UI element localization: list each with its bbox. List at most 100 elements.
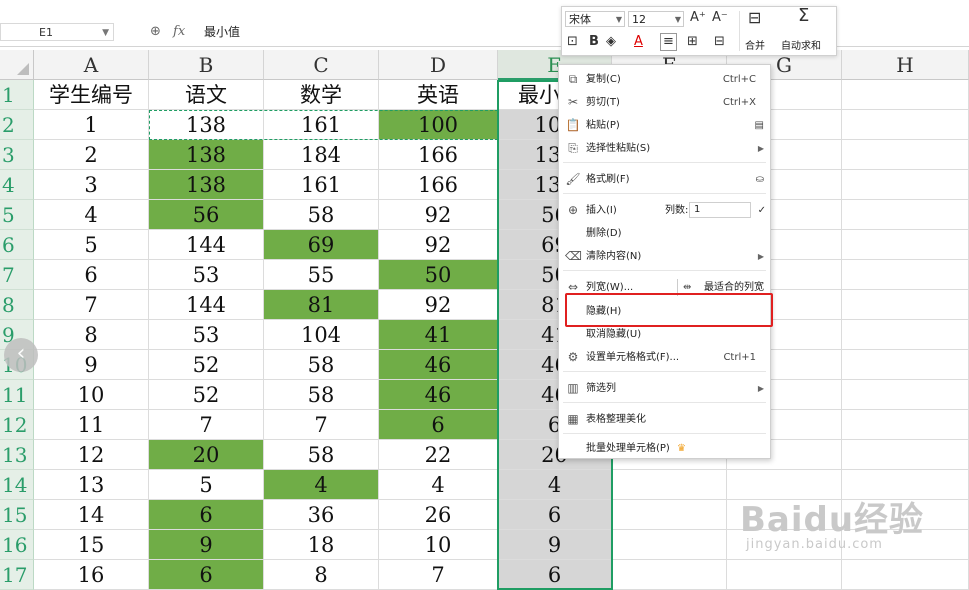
cell-a3[interactable]: 2 <box>34 140 149 170</box>
menu-item-beautify[interactable]: ▦ 表格整理美化 <box>559 408 770 431</box>
cell-d10[interactable]: 46 <box>379 350 498 380</box>
merge-button[interactable]: 合并 <box>745 37 765 52</box>
cell-e16[interactable]: 9 <box>498 530 612 560</box>
border-icon[interactable]: ⊞ <box>687 34 698 50</box>
cell-h1[interactable] <box>842 80 969 110</box>
align-center-icon[interactable]: ≡ <box>660 33 677 51</box>
cell-d3[interactable]: 166 <box>379 140 498 170</box>
cell-a14[interactable]: 13 <box>34 470 149 500</box>
row-header-14[interactable]: 14 <box>0 470 34 500</box>
row-header-1[interactable]: 1 <box>0 80 34 110</box>
cell-a10[interactable]: 9 <box>34 350 149 380</box>
row-header-3[interactable]: 3 <box>0 140 34 170</box>
cell-h17[interactable] <box>842 560 969 590</box>
cell-f15[interactable] <box>612 500 727 530</box>
zoom-icon[interactable]: ⊕ <box>150 24 161 39</box>
cell-a2[interactable]: 1 <box>34 110 149 140</box>
cell-b8[interactable]: 144 <box>149 290 264 320</box>
cell-a15[interactable]: 14 <box>34 500 149 530</box>
format-icon[interactable]: ⊟ <box>714 34 725 50</box>
font-grow-icon[interactable]: A⁺ <box>690 10 706 26</box>
font-size-select[interactable]: 12 ▼ <box>628 11 684 27</box>
cell-c17[interactable]: 8 <box>264 560 379 590</box>
menu-item-delete[interactable]: 删除(D) <box>559 222 770 245</box>
cell-b2[interactable]: 138 <box>149 110 264 140</box>
column-header-b[interactable]: B <box>149 50 264 80</box>
cell-e17[interactable]: 6 <box>498 560 612 590</box>
paste-values-icon[interactable]: ▤ <box>755 114 764 137</box>
cell-d17[interactable]: 7 <box>379 560 498 590</box>
cell-b7[interactable]: 53 <box>149 260 264 290</box>
cell-f16[interactable] <box>612 530 727 560</box>
cell-b1[interactable]: 语文 <box>149 80 264 110</box>
cell-a9[interactable]: 8 <box>34 320 149 350</box>
cell-d6[interactable]: 92 <box>379 230 498 260</box>
merge-icon[interactable]: ⊟ <box>748 10 761 26</box>
sigma-icon[interactable]: Σ <box>798 7 809 25</box>
menu-item-paste[interactable]: 📋 粘贴(P) ▤ <box>559 114 770 137</box>
cell-c16[interactable]: 18 <box>264 530 379 560</box>
cell-b17[interactable]: 6 <box>149 560 264 590</box>
menu-item-cut[interactable]: ✂ 剪切(T) Ctrl+X <box>559 91 770 114</box>
confirm-check-icon[interactable]: ✓ <box>758 199 766 222</box>
cell-b6[interactable]: 144 <box>149 230 264 260</box>
font-name-select[interactable]: 宋体 ▼ <box>565 11 625 27</box>
cell-g17[interactable] <box>727 560 842 590</box>
cell-f14[interactable] <box>612 470 727 500</box>
cell-a8[interactable]: 7 <box>34 290 149 320</box>
cell-h13[interactable] <box>842 440 969 470</box>
cell-a1[interactable]: 学生编号 <box>34 80 149 110</box>
cell-c9[interactable]: 104 <box>264 320 379 350</box>
cell-c2[interactable]: 161 <box>264 110 379 140</box>
cell-c6[interactable]: 69 <box>264 230 379 260</box>
menu-item-format-cells[interactable]: ⚙ 设置单元格格式(F)... Ctrl+1 <box>559 346 770 369</box>
row-header-5[interactable]: 5 <box>0 200 34 230</box>
name-box[interactable]: E1 ▼ <box>0 23 114 41</box>
cell-d9[interactable]: 41 <box>379 320 498 350</box>
menu-item-batch[interactable]: 批量处理单元格(P) ♛ <box>559 437 770 460</box>
cell-d5[interactable]: 92 <box>379 200 498 230</box>
cell-c10[interactable]: 58 <box>264 350 379 380</box>
cell-c11[interactable]: 58 <box>264 380 379 410</box>
cell-a16[interactable]: 15 <box>34 530 149 560</box>
cell-h11[interactable] <box>842 380 969 410</box>
cell-c13[interactable]: 58 <box>264 440 379 470</box>
row-header-6[interactable]: 6 <box>0 230 34 260</box>
row-header-17[interactable]: 17 <box>0 560 34 590</box>
cell-b3[interactable]: 138 <box>149 140 264 170</box>
cell-f17[interactable] <box>612 560 727 590</box>
menu-item-paste-special[interactable]: ⎘ 选择性粘贴(S) ▶ <box>559 137 770 160</box>
cell-d7[interactable]: 50 <box>379 260 498 290</box>
row-header-4[interactable]: 4 <box>0 170 34 200</box>
cell-d2[interactable]: 100 <box>379 110 498 140</box>
column-count-input[interactable]: 1 <box>689 202 751 218</box>
menu-item-format-painter[interactable]: 🖌 格式刷(F) ⛀ <box>559 168 770 191</box>
cell-d15[interactable]: 26 <box>379 500 498 530</box>
cell-h2[interactable] <box>842 110 969 140</box>
cell-b15[interactable]: 6 <box>149 500 264 530</box>
row-header-15[interactable]: 15 <box>0 500 34 530</box>
cell-a7[interactable]: 6 <box>34 260 149 290</box>
cell-e15[interactable]: 6 <box>498 500 612 530</box>
row-header-11[interactable]: 11 <box>0 380 34 410</box>
cell-d13[interactable]: 22 <box>379 440 498 470</box>
fill-color-icon[interactable]: ◈ <box>606 34 616 50</box>
cell-b5[interactable]: 56 <box>149 200 264 230</box>
cell-a12[interactable]: 11 <box>34 410 149 440</box>
cell-c8[interactable]: 81 <box>264 290 379 320</box>
font-color-icon[interactable]: A <box>634 34 643 50</box>
cell-c12[interactable]: 7 <box>264 410 379 440</box>
row-header-12[interactable]: 12 <box>0 410 34 440</box>
cell-c4[interactable]: 161 <box>264 170 379 200</box>
menu-item-clear[interactable]: ⌫ 清除内容(N) ▶ <box>559 245 770 268</box>
cell-d16[interactable]: 10 <box>379 530 498 560</box>
cell-d1[interactable]: 英语 <box>379 80 498 110</box>
cell-c3[interactable]: 184 <box>264 140 379 170</box>
fx-icon[interactable]: fx <box>173 24 185 39</box>
cell-c14[interactable]: 4 <box>264 470 379 500</box>
cell-h8[interactable] <box>842 290 969 320</box>
row-header-16[interactable]: 16 <box>0 530 34 560</box>
formula-input[interactable]: 最小值 <box>204 23 240 41</box>
cell-d4[interactable]: 166 <box>379 170 498 200</box>
cell-a5[interactable]: 4 <box>34 200 149 230</box>
